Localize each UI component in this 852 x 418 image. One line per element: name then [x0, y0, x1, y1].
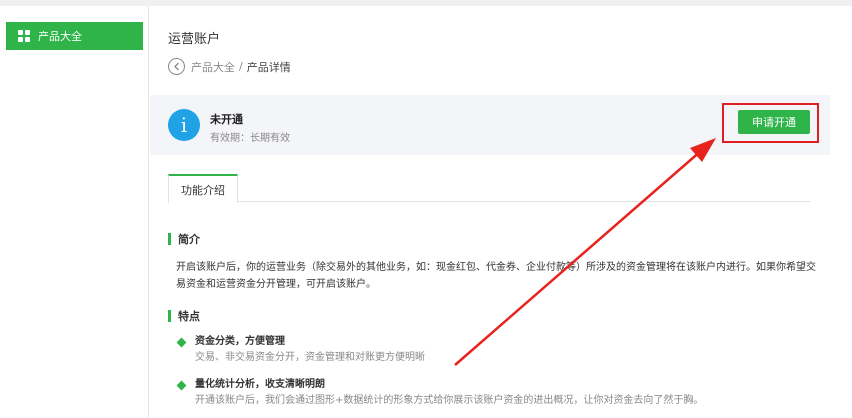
back-button[interactable]	[168, 58, 185, 75]
heading-marker	[168, 233, 171, 245]
validity-text: 有效期：长期有效	[210, 133, 290, 144]
feature-item: 资金分类，方便管理 交易、非交易资金分开，资金管理和对账更方便明晰	[176, 334, 425, 366]
apply-button[interactable]: 申请开通	[738, 110, 810, 134]
tab-features[interactable]: 功能介绍	[168, 174, 238, 203]
feature-title: 量化统计分析，收支清晰明朗	[195, 379, 325, 390]
main-content: 运营账户 产品大全 / 产品详情 i 未开通 有效期：长期有效 申请开通 功能介…	[150, 6, 830, 418]
heading-marker	[168, 310, 171, 322]
grid-icon	[18, 30, 30, 42]
diamond-bullet-icon	[176, 337, 187, 348]
tabs-divider	[168, 201, 811, 202]
intro-heading: 简介	[168, 231, 200, 247]
sidebar-item-products[interactable]: 产品大全	[6, 22, 143, 50]
features-heading-text: 特点	[178, 310, 200, 323]
feature-item: 量化统计分析，收支清晰明朗 开通该账户后，我们会通过图形+数据统计的形象方式给你…	[176, 377, 703, 409]
breadcrumb-parent-link[interactable]: 产品大全	[191, 59, 235, 75]
page-title: 运营账户	[168, 32, 221, 47]
breadcrumb: 产品大全 / 产品详情	[168, 58, 291, 75]
intro-heading-text: 简介	[178, 233, 200, 246]
sidebar-item-label: 产品大全	[38, 30, 82, 43]
sidebar: 产品大全	[0, 6, 149, 418]
features-heading: 特点	[168, 308, 200, 324]
info-icon: i	[168, 109, 200, 141]
intro-paragraph: 开启该账户后，你的运营业务（除交易外的其他业务，如：现金红包、代金券、企业付款等…	[176, 262, 816, 290]
feature-title: 资金分类，方便管理	[195, 336, 285, 347]
chevron-left-icon	[173, 62, 179, 71]
feature-desc: 交易、非交易资金分开，资金管理和对账更方便明晰	[195, 352, 425, 363]
status-title: 未开通	[210, 113, 243, 126]
diamond-bullet-icon	[176, 380, 187, 391]
breadcrumb-current: 产品详情	[246, 60, 291, 74]
breadcrumb-separator: /	[239, 60, 243, 73]
feature-desc: 开通该账户后，我们会通过图形+数据统计的形象方式给你展示该账户资金的进出概况，让…	[195, 395, 704, 406]
